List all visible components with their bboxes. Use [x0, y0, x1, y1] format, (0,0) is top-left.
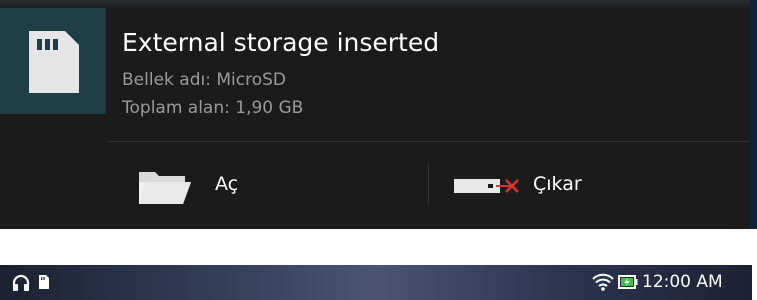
notification-top-edge: [0, 0, 752, 8]
eject-button-label: Çıkar: [533, 173, 582, 195]
open-button-label: Aç: [215, 173, 239, 195]
storage-total-text: Toplam alan: 1,90 GB: [122, 98, 304, 118]
sd-card-icon: [29, 31, 79, 93]
notification-right-edge: [750, 0, 757, 229]
storage-name-text: Bellek adı: MicroSD: [122, 70, 286, 90]
folder-open-icon: [139, 172, 191, 204]
notification-icon-tile: [0, 8, 106, 114]
storage-notification[interactable]: External storage inserted Bellek adı: Mi…: [0, 0, 757, 229]
status-bar[interactable]: 12:00 AM: [0, 265, 752, 300]
notification-title: External storage inserted: [122, 28, 440, 57]
headphones-icon: [12, 274, 30, 291]
eject-button[interactable]: Çıkar: [429, 142, 750, 228]
eject-storage-icon: [454, 179, 519, 193]
sd-card-status-icon: [39, 275, 49, 289]
open-button[interactable]: Aç: [107, 142, 427, 228]
wifi-icon: [592, 273, 614, 291]
status-clock: 12:00 AM: [642, 272, 723, 292]
battery-charging-icon: [618, 275, 638, 289]
